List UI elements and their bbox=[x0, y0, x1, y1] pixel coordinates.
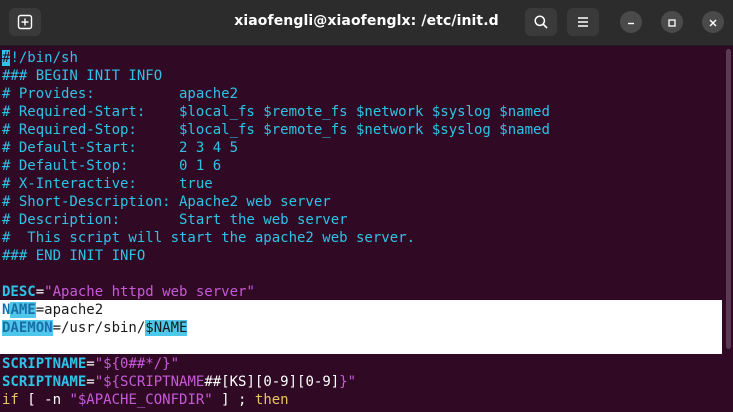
code-line: # Provides: apache2 bbox=[2, 86, 239, 102]
code-line: # Default-Stop: 0 1 6 bbox=[2, 158, 222, 174]
search-icon bbox=[533, 14, 549, 30]
code-line: SCRIPTNAME="${0##*/}" bbox=[2, 356, 180, 372]
code-line: DESC="Apache httpd web server" bbox=[2, 284, 255, 300]
scrollbar[interactable] bbox=[726, 49, 731, 349]
hamburger-menu-icon bbox=[575, 14, 591, 30]
maximize-button[interactable] bbox=[661, 11, 683, 33]
title-bar: xiaofengli@xiaofenglx: /etc/init.d bbox=[0, 0, 733, 46]
search-button[interactable] bbox=[525, 8, 557, 36]
maximize-icon bbox=[667, 13, 677, 32]
code-line: ### BEGIN INIT INFO bbox=[2, 68, 163, 84]
code-line-selected: DAEMON=/usr/sbin/$NAME bbox=[2, 320, 188, 336]
minimize-button[interactable] bbox=[620, 11, 642, 33]
code-line: ### END INIT INFO bbox=[2, 248, 146, 264]
terminal-window: xiaofengli@xiaofenglx: /etc/init.d #!/bi… bbox=[0, 0, 733, 412]
minimize-icon bbox=[626, 13, 636, 32]
code-line: # Short-Description: Apache2 web server bbox=[2, 194, 331, 210]
code-line: # This script will start the apache2 web… bbox=[2, 230, 416, 246]
code-line: if [ -n "$APACHE_CONFDIR" ] ; then bbox=[2, 392, 289, 408]
code-line: # Required-Start: $local_fs $remote_fs $… bbox=[2, 104, 550, 120]
code-line: # X-Interactive: true bbox=[2, 176, 213, 192]
terminal-content[interactable]: #!/bin/sh ### BEGIN INIT INFO # Provides… bbox=[0, 47, 733, 412]
close-icon bbox=[708, 13, 718, 32]
code-line: # Required-Stop: $local_fs $remote_fs $n… bbox=[2, 122, 550, 138]
code-line: #!/bin/sh bbox=[2, 50, 78, 66]
menu-button[interactable] bbox=[567, 8, 599, 36]
code-line: # Default-Start: 2 3 4 5 bbox=[2, 140, 239, 156]
code-line: SCRIPTNAME="${SCRIPTNAME##[KS][0-9][0-9]… bbox=[2, 374, 357, 390]
close-button[interactable] bbox=[702, 11, 724, 33]
code-line: # Description: Start the web server bbox=[2, 212, 348, 228]
code-line-selected: NAME=apache2 bbox=[2, 302, 104, 318]
